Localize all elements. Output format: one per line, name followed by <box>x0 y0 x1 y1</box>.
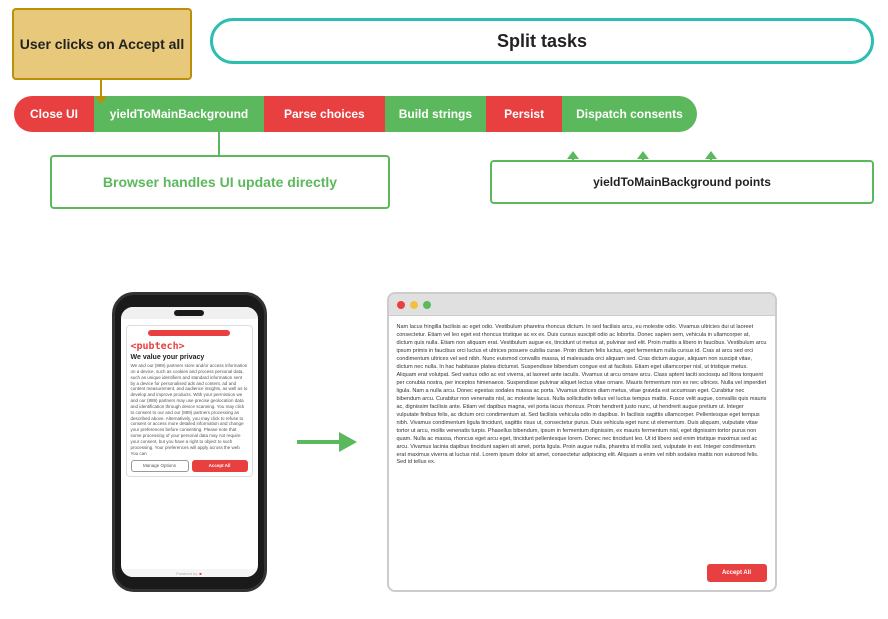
phone-content: <pubtech> We value your privacy We and o… <box>121 319 258 569</box>
phone-status-bar <box>121 307 258 319</box>
parse-choices-segment: Parse choices <box>270 96 379 132</box>
privacy-title: We value your privacy <box>131 354 205 361</box>
persist-segment: Persist <box>492 96 556 132</box>
browser-up-arrow <box>218 131 220 157</box>
accept-all-button[interactable]: Accept All <box>192 460 248 472</box>
browser-content: Nam lacus fringilla facilisis ac eget od… <box>389 316 775 590</box>
browser-dot-red <box>397 301 405 309</box>
consent-banner: <pubtech> We value your privacy We and o… <box>126 325 253 477</box>
user-clicks-label: User clicks on Accept all <box>20 36 184 52</box>
split-tasks-label: Split tasks <box>497 31 587 52</box>
user-clicks-box: User clicks on Accept all <box>12 8 192 80</box>
dispatch-segment: Dispatch consents <box>562 96 697 132</box>
yield-points-box: yieldToMainBackground points <box>490 160 874 204</box>
phone-screen: <pubtech> We value your privacy We and o… <box>121 307 258 577</box>
footer-text: Powered by <box>176 571 197 576</box>
phone-footer: Powered by ■ <box>121 569 258 577</box>
browser-handles-label: Browser handles UI update directly <box>103 174 337 190</box>
privacy-text: We and our (889) partners store and/or a… <box>131 363 248 457</box>
browser-dot-yellow <box>410 301 418 309</box>
phone-mockup: <pubtech> We value your privacy We and o… <box>112 292 267 592</box>
browser-dot-green <box>423 301 431 309</box>
browser-handles-box: Browser handles UI update directly <box>50 155 390 209</box>
browser-text: Nam lacus fringilla facilisis ac eget od… <box>397 324 767 467</box>
manage-options-button[interactable]: Manage Options <box>131 460 189 472</box>
yield1-segment: yieldToMainBackground <box>94 96 264 132</box>
build-strings-segment: Build strings <box>385 96 486 132</box>
diagram-area: User clicks on Accept all Split tasks Cl… <box>0 0 888 260</box>
split-tasks-pill: Split tasks <box>210 18 874 64</box>
pubtech-logo: <pubtech> <box>131 341 185 352</box>
pipeline-container: Close UI yieldToMainBackground Parse cho… <box>14 96 874 132</box>
browser-mockup: Nam lacus fringilla facilisis ac eget od… <box>387 292 777 592</box>
devices-area: <pubtech> We value your privacy We and o… <box>0 265 888 619</box>
accept-bar <box>148 330 230 336</box>
close-ui-segment: Close UI <box>14 96 94 132</box>
browser-accept-overlay[interactable]: Accept All <box>707 564 767 582</box>
phone-buttons: Manage Options Accept All <box>131 460 248 472</box>
footer-logo: ■ <box>199 571 201 576</box>
browser-titlebar <box>389 294 775 316</box>
yield-points-label: yieldToMainBackground points <box>593 175 771 189</box>
phone-notch <box>174 310 204 316</box>
user-arrow-down <box>100 80 102 98</box>
